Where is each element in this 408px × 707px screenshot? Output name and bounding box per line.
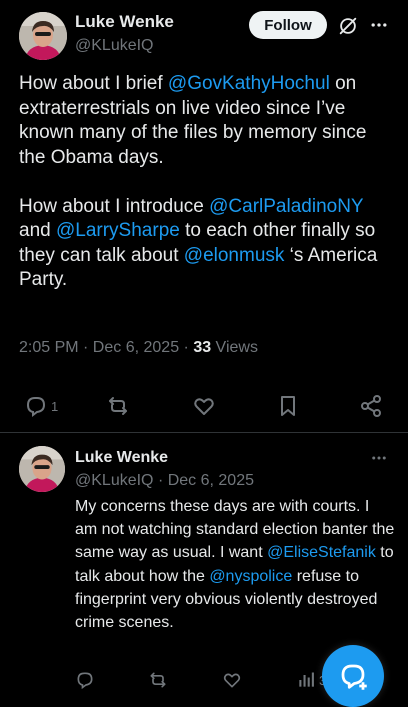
reply-repost-button[interactable] (148, 666, 168, 694)
repost-icon (150, 672, 166, 688)
more-icon[interactable] (366, 448, 392, 468)
post-timestamp[interactable]: 2:05 PM · Dec 6, 2025 · (19, 339, 193, 356)
views-label: Views (211, 339, 258, 356)
follow-button[interactable]: Follow (249, 11, 327, 39)
text-segment: How about I introduce (19, 195, 210, 217)
like-button[interactable] (192, 392, 216, 420)
reply-author-handle[interactable]: @KLukeIQ · Dec 6, 2025 (75, 472, 254, 490)
author-name[interactable]: Luke Wenke (75, 12, 174, 32)
reply-icon (77, 672, 93, 690)
main-post: Luke Wenke @KLukeIQ Follow How about I b… (0, 0, 408, 432)
compose-icon (341, 664, 367, 690)
share-icon (361, 395, 381, 417)
repost-icon (109, 397, 127, 415)
mention-link[interactable]: @CarlPaladinoNY (209, 196, 363, 217)
post-paragraph-2: How about I introduce @CarlPaladinoNY an… (19, 195, 394, 293)
mention-link[interactable]: @elonmusk (184, 245, 285, 266)
compose-button[interactable] (322, 645, 384, 707)
mention-link[interactable]: @LarrySharpe (56, 220, 180, 241)
post-meta: 2:05 PM · Dec 6, 2025 · 33 Views (19, 339, 258, 357)
reply-button[interactable]: 1 (24, 392, 58, 420)
repost-button[interactable] (106, 392, 130, 420)
views-count[interactable]: 33 (193, 339, 211, 356)
reply-text: My concerns these days are with courts. … (75, 495, 395, 634)
views-icon (299, 672, 314, 687)
like-icon (194, 398, 214, 415)
reply-icon (26, 397, 46, 417)
author-handle[interactable]: @KLukeIQ (75, 37, 154, 55)
reply-author-name[interactable]: Luke Wenke (75, 449, 168, 467)
reply-count: 1 (51, 398, 59, 414)
post-paragraph-1: How about I brief @GovKathyHochul on ext… (19, 72, 394, 170)
avatar[interactable] (19, 12, 67, 60)
post-text: How about I brief @GovKathyHochul on ext… (19, 72, 394, 293)
share-button[interactable] (359, 392, 383, 420)
grok-icon[interactable] (336, 14, 360, 38)
reply-reply-button[interactable] (75, 666, 95, 694)
like-icon (223, 673, 241, 688)
mention-link[interactable]: @GovKathyHochul (168, 73, 330, 94)
action-bar: 1 (0, 392, 408, 422)
text-segment: and (19, 220, 56, 241)
reply-avatar[interactable] (19, 446, 65, 492)
mention-link[interactable]: @nyspolice (209, 568, 292, 585)
text-segment: How about I brief (19, 73, 168, 94)
bookmark-button[interactable] (276, 392, 300, 420)
bookmark-icon (281, 396, 295, 416)
mention-link[interactable]: @EliseStefanik (267, 544, 376, 561)
divider (0, 432, 408, 433)
reply-like-button[interactable] (222, 666, 242, 694)
more-icon[interactable] (366, 14, 392, 36)
